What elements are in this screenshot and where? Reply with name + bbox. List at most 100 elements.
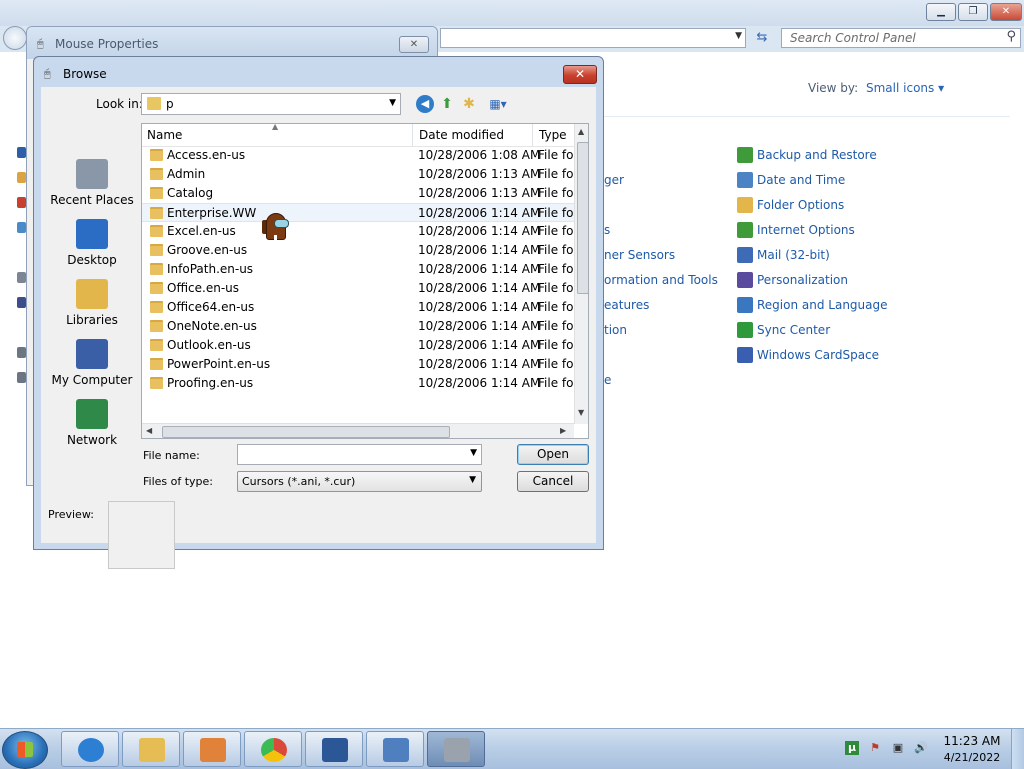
taskbar-button[interactable] <box>244 731 302 767</box>
close-button[interactable]: ✕ <box>563 65 597 84</box>
cp-item-link[interactable]: Personalization <box>757 273 848 287</box>
taskbar-button[interactable] <box>61 731 119 767</box>
file-row[interactable]: Outlook.en-us 10/28/2006 1:14 AM File fol <box>142 336 574 355</box>
search-icon[interactable]: ⚲ <box>1006 29 1016 44</box>
taskbar-button[interactable] <box>427 731 485 767</box>
backup-icon[interactable] <box>737 147 753 163</box>
cp-left-icon[interactable] <box>17 372 26 383</box>
mail-icon[interactable] <box>737 247 753 263</box>
cp-item-fragment[interactable]: s <box>604 223 610 237</box>
file-row[interactable]: PowerPoint.en-us 10/28/2006 1:14 AM File f… <box>142 355 574 374</box>
search-input[interactable]: Search Control Panel ⚲ <box>781 28 1021 48</box>
file-row[interactable]: InfoPath.en-us 10/28/2006 1:14 AM File fol <box>142 260 574 279</box>
cp-left-icon[interactable] <box>17 197 26 208</box>
horizontal-scrollbar[interactable]: ◀ ▶ <box>142 423 574 438</box>
volume-icon[interactable]: 🔊 <box>914 741 928 755</box>
file-row[interactable]: Office64.en-us 10/28/2006 1:14 AM File fol <box>142 298 574 317</box>
cp-left-icon[interactable] <box>17 347 26 358</box>
taskbar-button[interactable] <box>122 731 180 767</box>
column-header-type[interactable]: Type <box>539 128 567 142</box>
cp-item-link[interactable]: Mail (32-bit) <box>757 248 830 262</box>
cp-left-icon[interactable] <box>17 172 26 183</box>
scroll-left-icon[interactable]: ◀ <box>146 426 152 435</box>
scroll-thumb[interactable] <box>577 142 588 294</box>
place-libraries[interactable]: Libraries <box>45 279 139 327</box>
back-button[interactable] <box>3 26 27 50</box>
file-list[interactable]: ▲ Name Date modified Type Access.en-us 10… <box>141 123 589 439</box>
cp-item-fragment[interactable]: ner Sensors <box>604 248 675 262</box>
scroll-right-icon[interactable]: ▶ <box>560 426 566 435</box>
chevron-down-icon[interactable]: ▼ <box>389 98 396 108</box>
file-row[interactable]: Proofing.en-us 10/28/2006 1:14 AM File fol <box>142 374 574 393</box>
maximize-button[interactable]: ❐ <box>958 3 988 21</box>
globe-icon[interactable] <box>737 297 753 313</box>
mouse-properties-titlebar[interactable]: 🖱 Mouse Properties ✕ <box>27 27 437 59</box>
cp-item-link[interactable]: Sync Center <box>757 323 830 337</box>
place-my-computer[interactable]: My Computer <box>45 339 139 387</box>
cp-item-fragment[interactable]: e <box>604 373 611 387</box>
cp-item-fragment[interactable]: ger <box>604 173 624 187</box>
clock-time[interactable]: 11:23 AM <box>940 734 1004 748</box>
cancel-button[interactable]: Cancel <box>517 471 589 492</box>
place-recent-places[interactable]: Recent Places <box>45 159 139 207</box>
up-folder-icon[interactable]: ⬆ <box>438 95 456 113</box>
files-of-type-select[interactable]: Cursors (*.ani, *.cur) ▼ <box>237 471 482 492</box>
new-folder-icon[interactable]: ✱ <box>460 95 478 113</box>
network-icon[interactable]: ▣ <box>891 741 905 755</box>
place-network[interactable]: Network <box>45 399 139 447</box>
close-button[interactable]: ✕ <box>399 36 429 53</box>
file-row[interactable]: Office.en-us 10/28/2006 1:14 AM File fol <box>142 279 574 298</box>
cp-item-fragment[interactable]: ormation and Tools <box>604 273 718 287</box>
show-desktop-button[interactable] <box>1011 729 1024 769</box>
place-desktop[interactable]: Desktop <box>45 219 139 267</box>
column-header-date[interactable]: Date modified <box>419 128 504 142</box>
action-center-icon[interactable]: ⚑ <box>868 741 882 755</box>
start-button[interactable] <box>2 731 48 769</box>
scroll-thumb[interactable] <box>162 426 450 438</box>
cp-item-link[interactable]: Region and Language <box>757 298 888 312</box>
back-arrow-icon[interactable]: ◀ <box>416 95 434 113</box>
chevron-down-icon[interactable]: ▼ <box>469 475 476 485</box>
taskbar-button[interactable] <box>305 731 363 767</box>
file-row[interactable]: Access.en-us 10/28/2006 1:08 AM File fol <box>142 146 574 165</box>
sync-icon[interactable] <box>737 322 753 338</box>
open-button[interactable]: Open <box>517 444 589 465</box>
clock-icon[interactable] <box>737 172 753 188</box>
folder-icon[interactable] <box>737 197 753 213</box>
close-button[interactable]: ✕ <box>990 3 1022 21</box>
file-row[interactable]: OneNote.en-us 10/28/2006 1:14 AM File fol <box>142 317 574 336</box>
cp-item-link[interactable]: Internet Options <box>757 223 855 237</box>
file-row[interactable]: Groove.en-us 10/28/2006 1:14 AM File fol <box>142 241 574 260</box>
refresh-icon[interactable]: ⇆ <box>751 29 773 47</box>
globe-icon[interactable] <box>737 222 753 238</box>
file-row[interactable]: Admin 10/28/2006 1:13 AM File fol <box>142 165 574 184</box>
taskbar-button[interactable] <box>366 731 424 767</box>
cp-item-link[interactable]: Backup and Restore <box>757 148 877 162</box>
scroll-up-icon[interactable]: ▲ <box>578 127 584 136</box>
cp-item-link[interactable]: Folder Options <box>757 198 844 212</box>
clock-date[interactable]: 4/21/2022 <box>940 751 1004 764</box>
view-menu-icon[interactable]: ▦▾ <box>485 95 511 113</box>
chevron-down-icon[interactable]: ▼ <box>470 448 477 458</box>
column-separator[interactable] <box>532 124 533 146</box>
chevron-down-icon[interactable]: ▼ <box>735 31 742 41</box>
column-separator[interactable] <box>412 124 413 146</box>
column-header-name[interactable]: Name <box>147 128 182 142</box>
cp-left-icon[interactable] <box>17 272 26 283</box>
cp-item-fragment[interactable]: eatures <box>604 298 649 312</box>
utorrent-icon[interactable]: μ <box>845 741 859 755</box>
cp-left-icon[interactable] <box>17 147 26 158</box>
monitor-icon[interactable] <box>737 272 753 288</box>
scroll-down-icon[interactable]: ▼ <box>578 408 584 417</box>
cp-item-link[interactable]: Windows CardSpace <box>757 348 879 362</box>
file-row[interactable]: Catalog 10/28/2006 1:13 AM File fol <box>142 184 574 203</box>
cp-left-icon[interactable] <box>17 222 26 233</box>
file-row[interactable]: Enterprise.WW 10/28/2006 1:14 AM File fol <box>142 203 574 222</box>
cp-item-link[interactable]: Date and Time <box>757 173 845 187</box>
cp-item-fragment[interactable]: tion <box>604 323 627 337</box>
address-bar[interactable]: ▼ <box>440 28 746 48</box>
view-by-dropdown[interactable]: Small icons ▾ <box>866 81 944 95</box>
minimize-button[interactable]: ▁ <box>926 3 956 21</box>
file-row[interactable]: Excel.en-us 10/28/2006 1:14 AM File fol <box>142 222 574 241</box>
file-name-input[interactable]: ▼ <box>237 444 482 465</box>
